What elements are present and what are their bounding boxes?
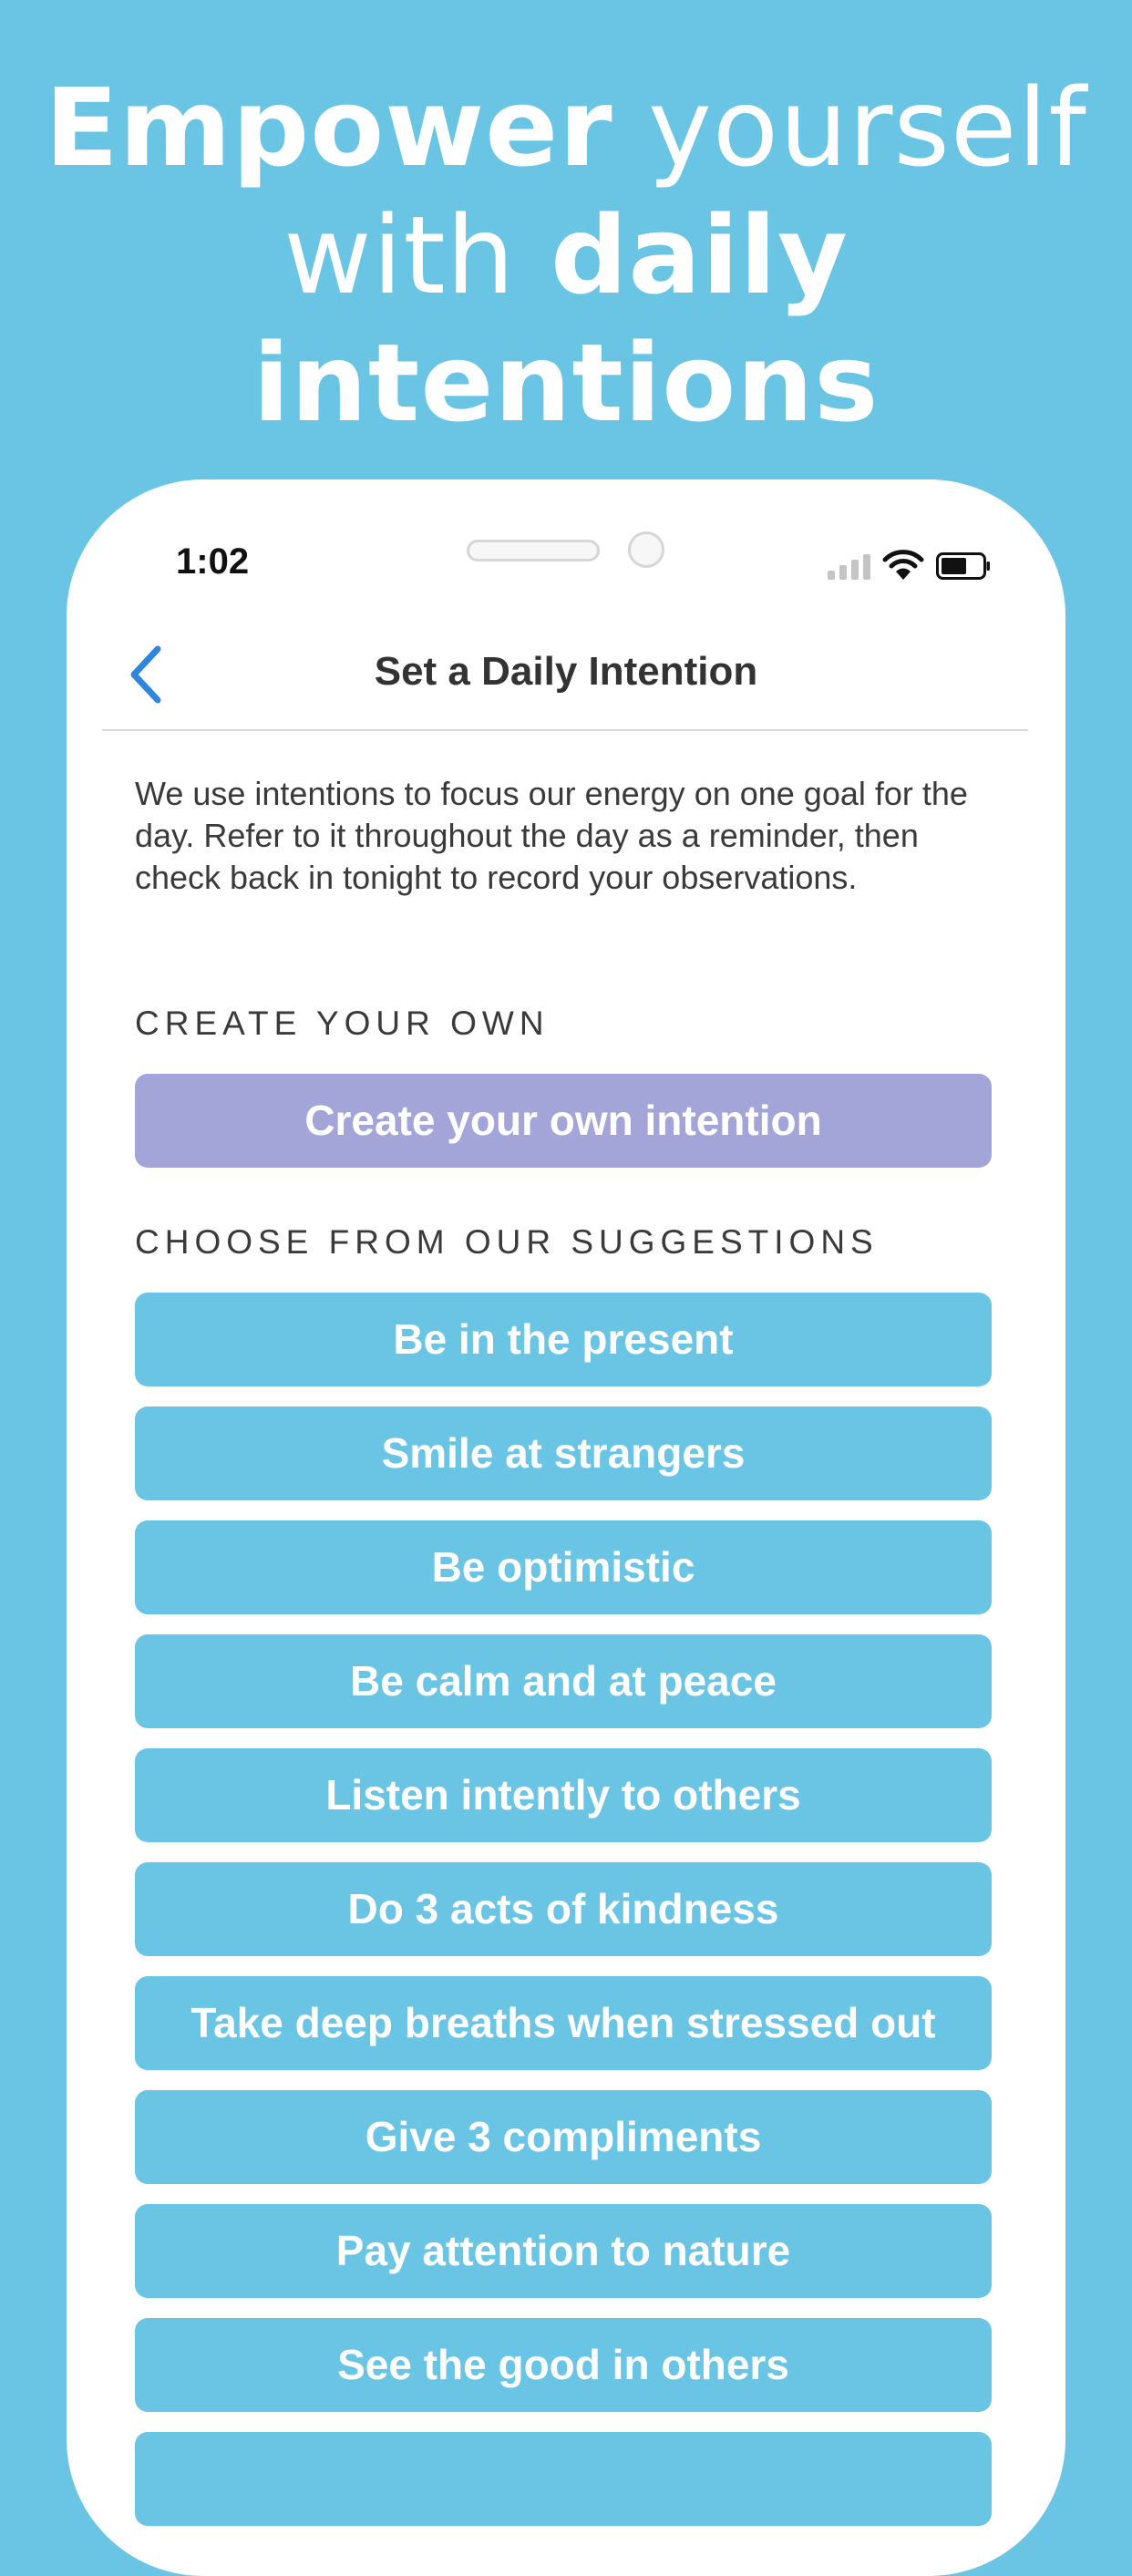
promo-headline: Empower yourself with daily intentions bbox=[0, 64, 1132, 447]
cellular-signal-icon bbox=[828, 552, 873, 580]
create-own-intention-button[interactable]: Create your own intention bbox=[135, 1074, 992, 1168]
headline-bold-word: daily bbox=[550, 192, 849, 318]
intro-text: We use intentions to focus our energy on… bbox=[135, 775, 968, 896]
phone-frame: 1:02 Set a Daily Intention We use intent… bbox=[67, 479, 1065, 2576]
suggestion-button[interactable]: Be calm and at peace bbox=[135, 1634, 992, 1728]
suggestion-button[interactable]: Pay attention to nature bbox=[135, 2204, 992, 2298]
suggestion-button[interactable]: See the good in others bbox=[135, 2318, 992, 2412]
create-section-label: CREATE YOUR OWN bbox=[135, 1005, 550, 1042]
suggestion-button[interactable]: Give 3 compliments bbox=[135, 2090, 992, 2184]
suggestion-button[interactable]: Be optimistic bbox=[135, 1520, 992, 1614]
page-title: Set a Daily Intention bbox=[374, 649, 758, 694]
phone-camera bbox=[628, 531, 664, 568]
headline-light-word: with bbox=[283, 192, 551, 318]
nav-divider bbox=[102, 729, 1028, 731]
status-time: 1:02 bbox=[176, 541, 250, 582]
suggestion-button[interactable]: Do 3 acts of kindness bbox=[135, 1862, 992, 1956]
suggestion-button[interactable]: Take deep breaths when stressed out bbox=[135, 1976, 992, 2070]
headline-line-1: Empower yourself bbox=[0, 64, 1132, 191]
suggestion-button[interactable]: Smile at strangers bbox=[135, 1406, 992, 1500]
headline-light-word: yourself bbox=[612, 65, 1087, 191]
wifi-icon bbox=[882, 550, 924, 580]
headline-bold-word: intentions bbox=[252, 320, 880, 446]
suggestion-button[interactable]: Be in the present bbox=[135, 1293, 992, 1386]
suggestion-button[interactable] bbox=[135, 2432, 992, 2526]
headline-line-2: with daily bbox=[0, 191, 1132, 319]
phone-speaker bbox=[467, 540, 600, 562]
suggestions-section-label: CHOOSE FROM OUR SUGGESTIONS bbox=[135, 1223, 879, 1261]
headline-bold-word: Empower bbox=[45, 65, 613, 191]
headline-line-3: intentions bbox=[0, 319, 1132, 447]
suggestion-button[interactable]: Listen intently to others bbox=[135, 1748, 992, 1842]
battery-icon bbox=[936, 552, 990, 580]
